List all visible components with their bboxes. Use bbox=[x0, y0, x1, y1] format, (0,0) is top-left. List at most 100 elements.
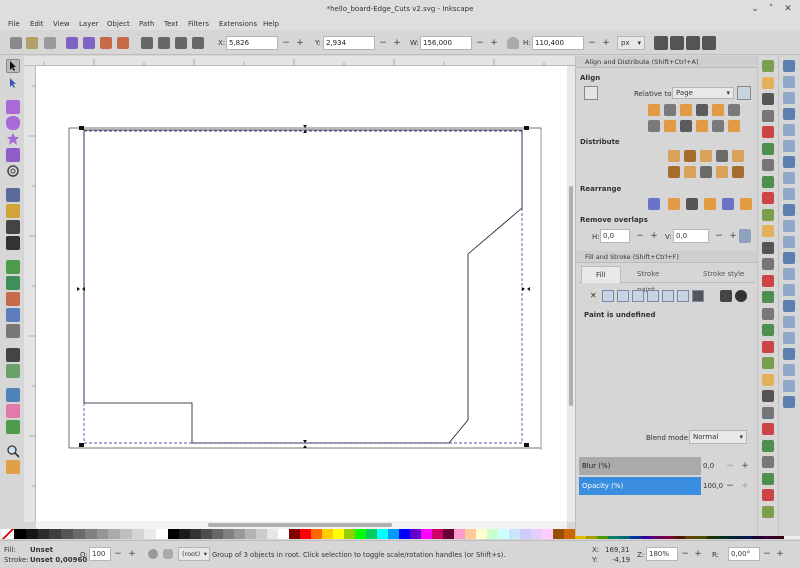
x-decrement-button[interactable]: − bbox=[280, 36, 292, 50]
palette-swatch[interactable] bbox=[377, 529, 388, 539]
blur-slider[interactable]: Blur (%) bbox=[579, 457, 701, 475]
rearrange-icon[interactable] bbox=[668, 198, 680, 210]
align-icon[interactable] bbox=[712, 120, 724, 132]
overlap-v-decrement-button[interactable]: − bbox=[713, 229, 725, 243]
overlap-h-decrement-button[interactable]: − bbox=[634, 229, 646, 243]
overlap-h-input[interactable]: 0,0 bbox=[600, 229, 630, 243]
lower-to-bottom-icon[interactable] bbox=[192, 37, 204, 49]
palette-swatch[interactable] bbox=[256, 529, 267, 539]
command-icon[interactable] bbox=[762, 208, 774, 221]
command-icon[interactable] bbox=[762, 373, 774, 386]
no-color-swatch[interactable] bbox=[2, 529, 14, 539]
vertical-scrollbar[interactable] bbox=[567, 66, 575, 522]
palette-swatch[interactable] bbox=[234, 529, 245, 539]
raise-icon[interactable] bbox=[158, 37, 170, 49]
palette-swatch[interactable] bbox=[399, 529, 410, 539]
palette-swatch[interactable] bbox=[509, 529, 520, 539]
command-icon[interactable] bbox=[762, 225, 774, 237]
command-icon[interactable] bbox=[762, 159, 774, 171]
palette-swatch[interactable] bbox=[344, 529, 355, 539]
lock-icon[interactable] bbox=[507, 37, 519, 49]
unset-paint-icon[interactable] bbox=[720, 290, 732, 302]
opacity-slider[interactable]: Opacity (%) bbox=[579, 477, 701, 495]
snap-icon[interactable] bbox=[783, 332, 795, 344]
star-tool-icon[interactable] bbox=[6, 132, 20, 146]
menu-file[interactable]: File bbox=[8, 18, 20, 30]
palette-swatch[interactable] bbox=[520, 529, 531, 539]
menu-edit[interactable]: Edit bbox=[30, 18, 44, 30]
command-icon[interactable] bbox=[762, 357, 774, 369]
command-icon[interactable] bbox=[762, 456, 774, 468]
command-icon[interactable] bbox=[762, 93, 774, 105]
h-increment-button[interactable]: + bbox=[600, 36, 612, 50]
spray-tool-icon[interactable] bbox=[6, 260, 20, 274]
palette-swatch[interactable] bbox=[432, 529, 443, 539]
gradient-tool-icon[interactable] bbox=[6, 308, 20, 322]
command-icon[interactable] bbox=[762, 324, 774, 336]
selector-tool-icon[interactable] bbox=[6, 59, 20, 73]
palette-swatch[interactable] bbox=[245, 529, 256, 539]
distribute-icon[interactable] bbox=[668, 166, 680, 178]
paint-type-icon[interactable] bbox=[602, 290, 614, 302]
command-icon[interactable] bbox=[762, 192, 774, 204]
command-icon[interactable] bbox=[762, 505, 774, 518]
palette-swatch[interactable] bbox=[487, 529, 498, 539]
horizontal-scroll-thumb[interactable] bbox=[208, 523, 392, 527]
command-icon[interactable] bbox=[762, 307, 774, 320]
palette-swatch[interactable] bbox=[311, 529, 322, 539]
snap-icon[interactable] bbox=[783, 364, 795, 376]
measure-tool-icon[interactable] bbox=[6, 460, 20, 474]
distribute-icon[interactable] bbox=[684, 166, 696, 178]
paint-type-icon[interactable] bbox=[692, 290, 704, 302]
palette-swatch[interactable] bbox=[421, 529, 432, 539]
tab-stroke-style[interactable]: Stroke style bbox=[689, 266, 755, 283]
overlap-v-input[interactable]: 0,0 bbox=[673, 229, 709, 243]
connector-tool-icon[interactable] bbox=[6, 388, 20, 402]
snap-icon[interactable] bbox=[783, 380, 795, 392]
h-input[interactable]: 110,400 bbox=[532, 36, 584, 50]
w-input[interactable]: 156,000 bbox=[420, 36, 472, 50]
palette-gray-swatch[interactable] bbox=[120, 529, 133, 539]
command-icon[interactable] bbox=[762, 126, 774, 138]
rearrange-icon[interactable] bbox=[686, 198, 698, 210]
h-decrement-button[interactable]: − bbox=[586, 36, 598, 50]
align-panel-header[interactable]: Align and Distribute (Shift+Ctrl+A) bbox=[576, 56, 758, 68]
palette-swatch[interactable] bbox=[553, 529, 564, 539]
text-tool-icon[interactable] bbox=[6, 236, 20, 250]
menu-path[interactable]: Path bbox=[139, 18, 154, 30]
rearrange-icon[interactable] bbox=[704, 198, 716, 210]
palette-swatch[interactable] bbox=[531, 529, 542, 539]
snap-icon[interactable] bbox=[783, 220, 795, 232]
command-icon[interactable] bbox=[762, 489, 774, 501]
palette-gray-swatch[interactable] bbox=[96, 529, 109, 539]
zoom-input[interactable]: 180% bbox=[646, 547, 678, 561]
command-icon[interactable] bbox=[762, 291, 774, 303]
align-icon[interactable] bbox=[712, 104, 724, 116]
paint-type-icon[interactable] bbox=[662, 290, 674, 302]
menu-object[interactable]: Object bbox=[107, 18, 130, 30]
palette-gray-swatch[interactable] bbox=[14, 529, 26, 539]
command-icon[interactable] bbox=[762, 472, 774, 485]
command-icon[interactable] bbox=[762, 258, 774, 270]
status-opacity-decrement-button[interactable]: − bbox=[112, 547, 124, 561]
snap-icon[interactable] bbox=[783, 156, 795, 168]
unit-select[interactable]: px ▾ bbox=[617, 36, 645, 50]
palette-swatch[interactable] bbox=[223, 529, 234, 539]
command-icon[interactable] bbox=[762, 406, 774, 419]
lower-icon[interactable] bbox=[175, 37, 187, 49]
rotate-cw-icon[interactable] bbox=[83, 37, 95, 49]
snap-icon[interactable] bbox=[783, 300, 795, 312]
snap-icon[interactable] bbox=[783, 172, 795, 184]
scale-stroke-icon[interactable] bbox=[654, 36, 668, 50]
zoom-increment-button[interactable]: + bbox=[692, 547, 704, 561]
align-icon[interactable] bbox=[680, 120, 692, 132]
mesh-tool-icon[interactable] bbox=[6, 324, 20, 338]
palette-gray-swatch[interactable] bbox=[25, 529, 38, 539]
menu-view[interactable]: View bbox=[53, 18, 70, 30]
snap-icon[interactable] bbox=[783, 76, 795, 88]
3d-box-tool-icon[interactable] bbox=[6, 148, 20, 162]
palette-swatch[interactable] bbox=[542, 529, 553, 539]
align-icon[interactable] bbox=[728, 120, 740, 132]
command-icon[interactable] bbox=[762, 142, 774, 155]
vertical-ruler[interactable] bbox=[24, 66, 36, 522]
